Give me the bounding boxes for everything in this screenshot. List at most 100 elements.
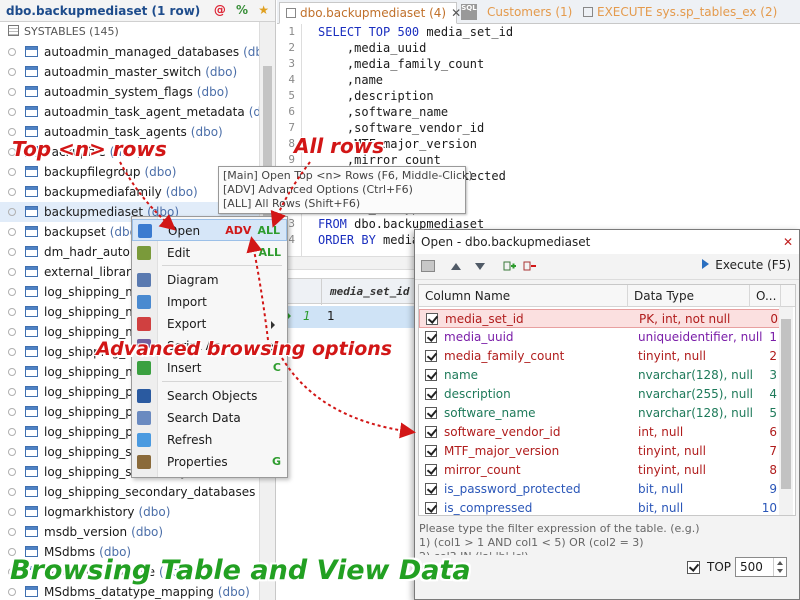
tab-customers[interactable]: Customers (1) xyxy=(481,2,578,24)
uncheck-all-icon[interactable] xyxy=(523,260,537,272)
column-row[interactable]: is_password_protected bit, null 9 xyxy=(419,480,781,499)
expand-icon[interactable] xyxy=(8,168,16,176)
expand-icon[interactable] xyxy=(8,268,16,276)
expand-icon[interactable] xyxy=(8,328,16,336)
column-checkbox[interactable] xyxy=(425,483,437,495)
grid-cell[interactable]: 1 xyxy=(327,309,335,323)
expand-icon[interactable] xyxy=(8,588,16,596)
column-row[interactable]: software_name nvarchar(128), null 5 xyxy=(419,404,781,423)
expand-icon[interactable] xyxy=(8,408,16,416)
column-checkbox[interactable] xyxy=(425,331,437,343)
execute-button[interactable]: Execute (F5) xyxy=(702,258,791,272)
expand-icon[interactable] xyxy=(8,248,16,256)
expand-icon[interactable] xyxy=(8,468,16,476)
column-row[interactable]: MTF_major_version tinyint, null 7 xyxy=(419,442,781,461)
menu-item-diagram[interactable]: Diagram xyxy=(132,269,287,291)
menu-item-properties[interactable]: Properties G xyxy=(132,451,287,473)
banner-title: Browsing Table and View Data xyxy=(10,555,471,586)
tree-item[interactable]: autoadmin_managed_databases(dbo) xyxy=(0,42,275,62)
column-row[interactable]: media_uuid uniqueidentifier, null 1 xyxy=(419,328,781,347)
column-checkbox[interactable] xyxy=(425,445,437,457)
column-checkbox[interactable] xyxy=(425,407,437,419)
scroll-thumb[interactable] xyxy=(781,319,791,489)
adv-hotkey[interactable]: ADV xyxy=(225,224,251,237)
star-icon[interactable]: ★ xyxy=(258,3,269,17)
tab-backupmediaset[interactable]: dbo.backupmediaset (4) ✕ xyxy=(279,2,461,24)
close-icon[interactable]: ✕ xyxy=(783,230,793,254)
move-up-icon[interactable] xyxy=(449,260,463,272)
expand-icon[interactable] xyxy=(8,68,16,76)
menu-item-search-data[interactable]: Search Data xyxy=(132,407,287,429)
menu-item-refresh[interactable]: Refresh xyxy=(132,429,287,451)
tree-title-tools: @ % ★ xyxy=(208,3,269,17)
header-column-name[interactable]: Column Name xyxy=(419,285,628,307)
column-checkbox[interactable] xyxy=(425,464,437,476)
expand-icon[interactable] xyxy=(8,368,16,376)
hotkey[interactable]: ALL xyxy=(258,246,281,259)
check-all-icon[interactable] xyxy=(503,260,517,272)
expand-icon[interactable] xyxy=(8,348,16,356)
expand-icon[interactable] xyxy=(8,428,16,436)
sql-text: ,software_vendor_id xyxy=(318,121,485,135)
percent-icon[interactable]: % xyxy=(236,3,248,17)
header-data-type[interactable]: Data Type xyxy=(628,285,750,307)
hotkey[interactable]: ALL xyxy=(257,224,280,237)
expand-icon[interactable] xyxy=(8,388,16,396)
close-tab-icon[interactable]: ✕ xyxy=(451,6,461,20)
clipboard-icon[interactable] xyxy=(421,260,435,272)
column-checkbox[interactable] xyxy=(426,313,438,325)
column-row[interactable]: name nvarchar(128), null 3 xyxy=(419,366,781,385)
tab-execute-sp-tables-ex[interactable]: EXECUTE sys.sp_tables_ex (2) xyxy=(577,2,783,24)
column-checkbox[interactable] xyxy=(425,388,437,400)
expand-icon[interactable] xyxy=(8,488,16,496)
menu-item-label: Search Data xyxy=(167,411,241,425)
spinner-icon[interactable] xyxy=(773,558,785,576)
expand-icon[interactable] xyxy=(8,48,16,56)
tree-item[interactable]: autoadmin_master_switch (dbo) xyxy=(0,62,275,82)
tree-item[interactable]: log_shipping_secondary_databases(dbo) xyxy=(0,482,275,502)
hotkey[interactable]: C xyxy=(273,361,281,374)
expand-icon[interactable] xyxy=(8,188,16,196)
tree-item[interactable]: autoadmin_task_agent_metadata(dbo) xyxy=(0,102,275,122)
tree-item[interactable]: autoadmin_system_flags (dbo) xyxy=(0,82,275,102)
menu-item-open[interactable]: Open ADV ALL xyxy=(132,219,287,241)
tree-group-systables[interactable]: SYSTABLES (145) xyxy=(0,22,275,42)
column-row[interactable]: software_vendor_id int, null 6 xyxy=(419,423,781,442)
expand-icon[interactable] xyxy=(8,228,16,236)
expand-icon[interactable] xyxy=(8,128,16,136)
move-down-icon[interactable] xyxy=(473,260,487,272)
at-icon[interactable]: @ xyxy=(214,3,226,17)
expand-icon[interactable] xyxy=(8,208,16,216)
grid-column-header[interactable]: media_set_id xyxy=(321,279,421,305)
column-row[interactable]: is_compressed bit, null 10 xyxy=(419,499,781,518)
expand-icon[interactable] xyxy=(8,448,16,456)
expand-icon[interactable] xyxy=(8,308,16,316)
column-row[interactable]: description nvarchar(255), null 4 xyxy=(419,385,781,404)
header-ordinal[interactable]: O... xyxy=(750,285,781,307)
column-checkbox[interactable] xyxy=(425,426,437,438)
menu-item-label: Export xyxy=(167,317,207,331)
tree-item[interactable]: msdb_version (dbo) xyxy=(0,522,275,542)
expand-icon[interactable] xyxy=(8,108,16,116)
column-row[interactable]: mirror_count tinyint, null 8 xyxy=(419,461,781,480)
column-row[interactable]: media_family_count tinyint, null 2 xyxy=(419,347,781,366)
expand-icon[interactable] xyxy=(8,508,16,516)
menu-item-search-objects[interactable]: Search Objects xyxy=(132,385,287,407)
menu-item-import[interactable]: Import xyxy=(132,291,287,313)
top-checkbox[interactable] xyxy=(687,561,700,574)
expand-icon[interactable] xyxy=(8,88,16,96)
column-checkbox[interactable] xyxy=(425,350,437,362)
column-list-scrollbar[interactable] xyxy=(779,307,793,515)
column-checkbox[interactable] xyxy=(425,369,437,381)
menu-item-insert[interactable]: Insert C xyxy=(132,357,287,379)
column-checkbox[interactable] xyxy=(425,502,437,514)
column-row[interactable]: media_set_id PK, int, not null 0 xyxy=(419,309,781,328)
expand-icon[interactable] xyxy=(8,528,16,536)
open-tooltip: [Main] Open Top <n> Rows (F6, Middle-Cli… xyxy=(218,166,473,214)
tooltip-line: [Main] Open Top <n> Rows (F6, Middle-Cli… xyxy=(223,169,473,182)
menu-item-edit[interactable]: Edit ALL xyxy=(132,242,287,264)
hotkey[interactable]: G xyxy=(272,455,281,468)
menu-item-export[interactable]: Export xyxy=(132,313,287,335)
expand-icon[interactable] xyxy=(8,288,16,296)
tree-item[interactable]: logmarkhistory (dbo) xyxy=(0,502,275,522)
